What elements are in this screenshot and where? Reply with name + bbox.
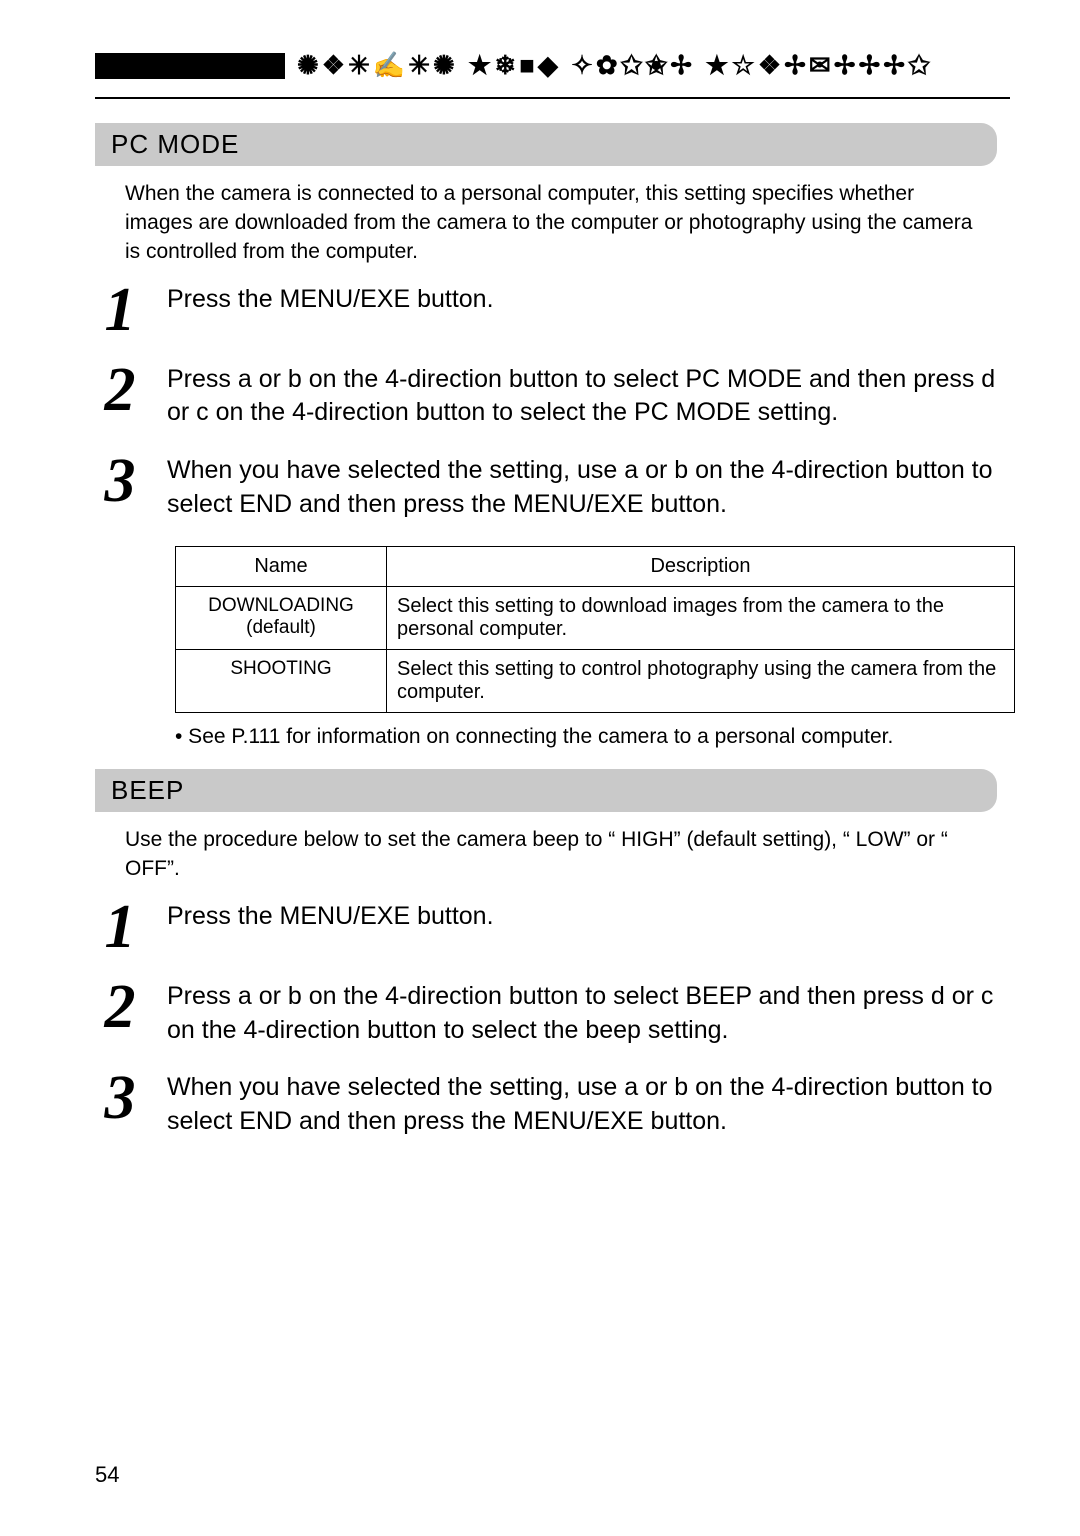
beep-step-2: 2 Press a or b on the 4-direction button… xyxy=(95,980,1010,1048)
step-text: Press a or b on the 4-direction button t… xyxy=(167,363,997,431)
table-header-name: Name xyxy=(176,546,387,586)
cell-name: SHOOTING xyxy=(176,649,387,712)
page-number: 54 xyxy=(95,1462,119,1488)
section-title-pcmode: PC MODE xyxy=(95,123,997,166)
table-row: DOWNLOADING (default) Select this settin… xyxy=(176,586,1015,649)
section-title-beep: BEEP xyxy=(95,769,997,812)
pcmode-intro: When the camera is connected to a person… xyxy=(125,180,975,267)
step-text: Press the MENU/EXE button. xyxy=(167,283,997,339)
step-number: 3 xyxy=(95,1071,145,1139)
step-text: Press a or b on the 4-direction button t… xyxy=(167,980,997,1048)
step-number: 2 xyxy=(95,363,145,431)
step-number: 2 xyxy=(95,980,145,1048)
page-header: ✺❖✳✍✳✺ ★❄■◆ ✧✿✩✬✢ ★☆❖✢✉✢✢✢✩ xyxy=(95,50,1010,81)
beep-step-3: 3 When you have selected the setting, us… xyxy=(95,1071,1010,1139)
table-row: SHOOTING Select this setting to control … xyxy=(176,649,1015,712)
row-name-line2: (default) xyxy=(246,617,316,638)
step-text: Press the MENU/EXE button. xyxy=(167,900,997,956)
row-name-line1: DOWNLOADING xyxy=(208,595,354,616)
step-text: When you have selected the setting, use … xyxy=(167,454,997,522)
table-header-description: Description xyxy=(387,546,1015,586)
pcmode-step-3: 3 When you have selected the setting, us… xyxy=(95,454,1010,522)
header-divider xyxy=(95,97,1010,99)
header-bar xyxy=(95,53,285,79)
pcmode-step-1: 1 Press the MENU/EXE button. xyxy=(95,283,1010,339)
cell-description: Select this setting to download images f… xyxy=(387,586,1015,649)
step-number: 1 xyxy=(95,283,145,339)
step-number: 1 xyxy=(95,900,145,956)
step-text: When you have selected the setting, use … xyxy=(167,1071,997,1139)
cell-description: Select this setting to control photograp… xyxy=(387,649,1015,712)
beep-intro: Use the procedure below to set the camer… xyxy=(125,826,975,884)
header-symbols: ✺❖✳✍✳✺ ★❄■◆ ✧✿✩✬✢ ★☆❖✢✉✢✢✢✩ xyxy=(297,50,933,81)
pcmode-table: Name Description DOWNLOADING (default) S… xyxy=(175,546,1015,713)
pcmode-note: • See P.111 for information on connectin… xyxy=(175,723,995,751)
row-name-line1: SHOOTING xyxy=(230,658,331,679)
cell-name: DOWNLOADING (default) xyxy=(176,586,387,649)
beep-step-1: 1 Press the MENU/EXE button. xyxy=(95,900,1010,956)
pcmode-step-2: 2 Press a or b on the 4-direction button… xyxy=(95,363,1010,431)
step-number: 3 xyxy=(95,454,145,522)
